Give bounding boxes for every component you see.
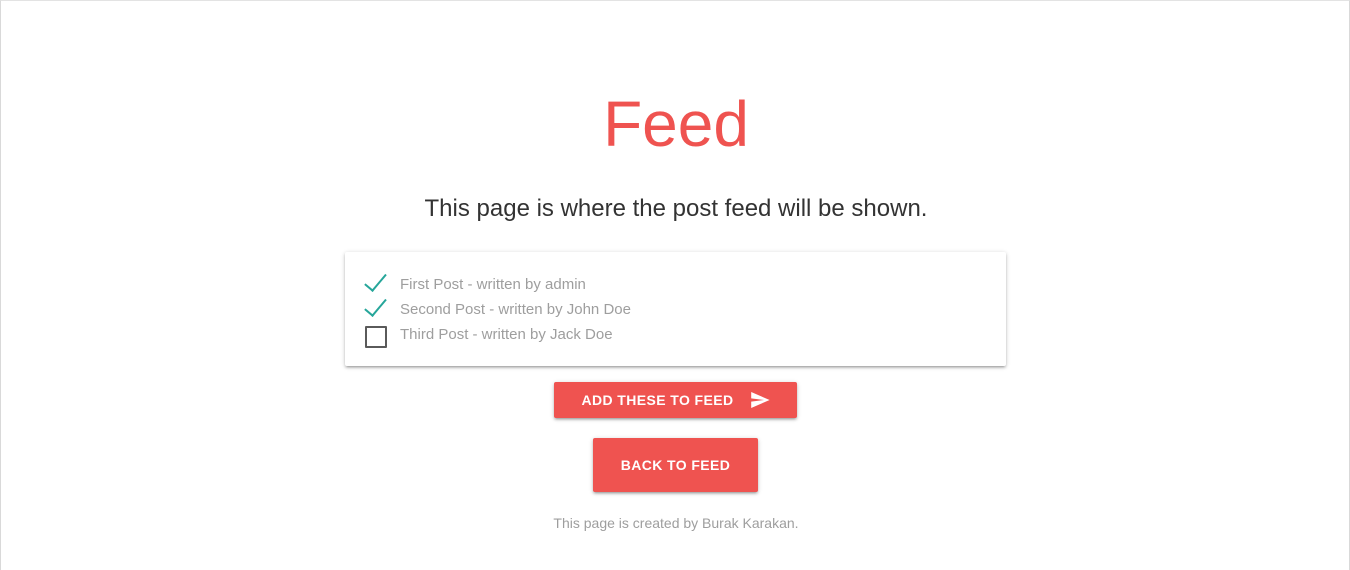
post-list-card: First Post - written by admin Second Pos… — [345, 252, 1006, 366]
page-frame: Feed This page is where the post feed wi… — [0, 0, 1350, 570]
checkbox-checked-icon[interactable] — [363, 297, 387, 322]
footer-credit: This page is created by Burak Karakan. — [553, 515, 799, 531]
page-subtitle: This page is where the post feed will be… — [424, 195, 928, 222]
checkbox-checked-icon[interactable] — [363, 272, 387, 297]
post-item-second[interactable]: Second Post - written by John Doe — [363, 297, 1006, 322]
post-label: Third Post - written by Jack Doe — [400, 326, 613, 343]
checkbox-unchecked-icon[interactable] — [363, 322, 387, 348]
page-title: Feed — [603, 88, 749, 160]
post-item-third[interactable]: Third Post - written by Jack Doe — [363, 322, 1006, 348]
back-to-feed-label: BACK TO FEED — [620, 457, 731, 473]
post-item-first[interactable]: First Post - written by admin — [363, 272, 1006, 297]
back-to-feed-button[interactable]: BACK TO FEED — [593, 438, 758, 492]
post-label: First Post - written by admin — [400, 276, 586, 293]
add-to-feed-button[interactable]: ADD THESE TO FEED — [554, 382, 797, 418]
add-to-feed-label: ADD THESE TO FEED — [581, 392, 734, 408]
post-label: Second Post - written by John Doe — [400, 301, 631, 318]
send-icon — [750, 392, 770, 408]
